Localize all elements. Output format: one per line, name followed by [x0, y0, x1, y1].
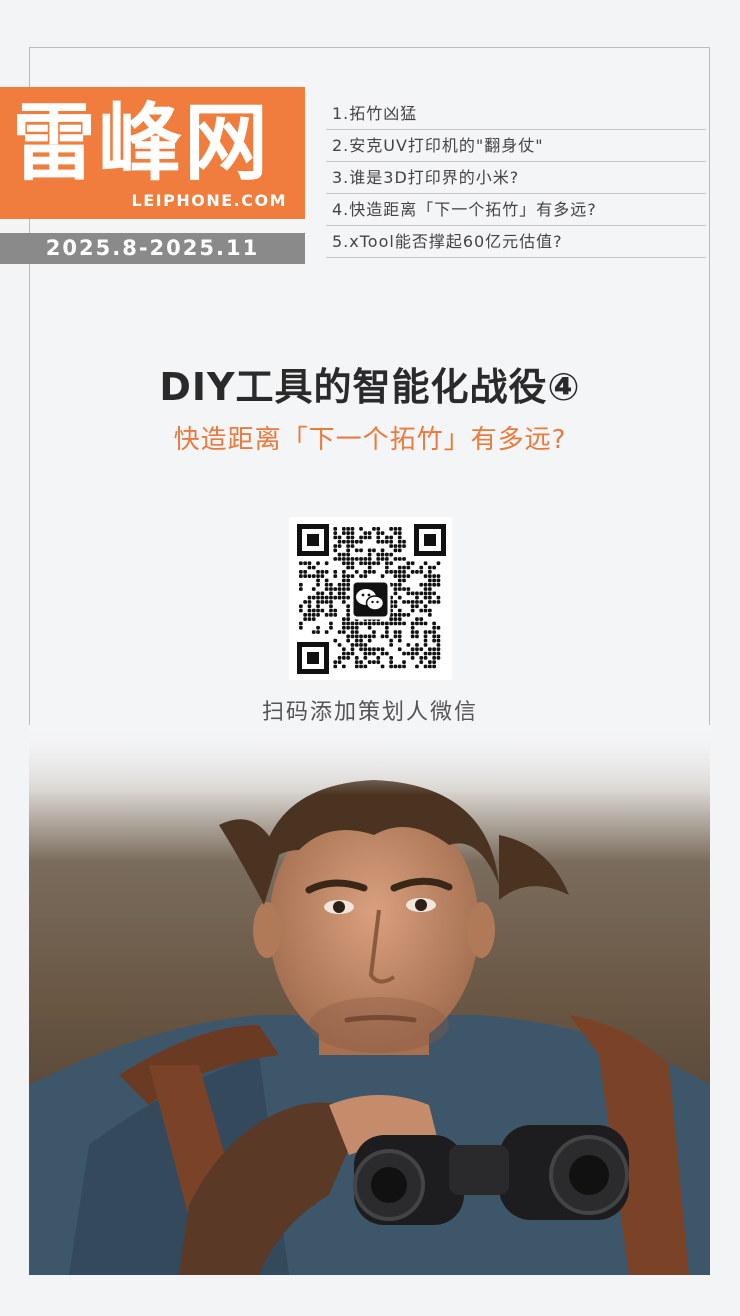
page-subtitle: 快造距离「下一个拓竹」有多远?: [173, 425, 567, 455]
toc-item: 5.xTool能否撑起60亿元估值?: [326, 226, 706, 258]
series-toc: 1.拓竹凶猛 2.安克UV打印机的"翻身仗" 3.谁是3D打印界的小米? 4.快…: [326, 98, 706, 258]
qr-code[interactable]: [289, 517, 452, 680]
qr-caption: 扫码添加策划人微信: [261, 700, 478, 725]
page-title: DIY工具的智能化战役④: [159, 365, 581, 409]
date-range: 2025.8-2025.11: [0, 233, 305, 264]
toc-item: 1.拓竹凶猛: [326, 98, 706, 130]
logo-english: LEIPHONE.COM: [131, 191, 287, 210]
logo-chinese: 雷峰网: [12, 94, 271, 192]
wechat-icon: [350, 579, 391, 620]
qr-code-graphic: [289, 517, 452, 680]
toc-item: 2.安克UV打印机的"翻身仗": [326, 130, 706, 162]
toc-item: 3.谁是3D打印界的小米?: [326, 162, 706, 194]
hero-photo: [29, 725, 710, 1275]
leiphone-logo: 雷峰网 LEIPHONE.COM: [0, 87, 305, 219]
explorer-with-binoculars-illustration: [29, 725, 710, 1275]
toc-item: 4.快造距离「下一个拓竹」有多远?: [326, 194, 706, 226]
